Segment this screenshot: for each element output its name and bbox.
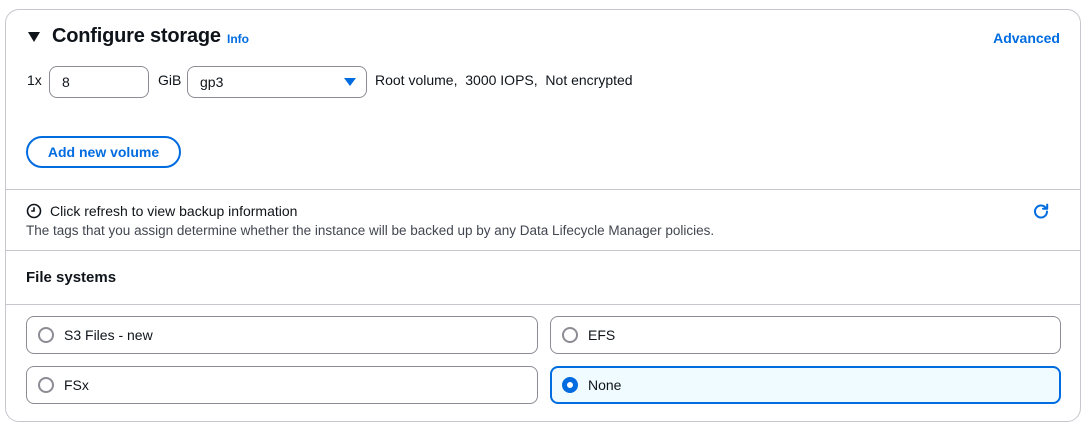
chevron-down-icon <box>344 78 356 86</box>
file-system-option-s3-files[interactable]: S3 Files - new <box>26 316 538 354</box>
add-new-volume-button[interactable]: Add new volume <box>26 136 181 168</box>
volume-type-select[interactable]: gp3 <box>187 66 367 98</box>
configure-storage-panel: Configure storage Info Advanced 1x 8 GiB… <box>5 9 1081 422</box>
volume-size-input[interactable]: 8 <box>49 66 149 98</box>
option-label: FSx <box>64 377 89 393</box>
file-systems-title: File systems <box>26 269 117 286</box>
info-link[interactable]: Info <box>227 32 249 46</box>
option-label: S3 Files - new <box>64 327 153 343</box>
option-label: EFS <box>588 327 616 343</box>
section-title[interactable]: Configure storage <box>52 25 221 48</box>
radio-button[interactable] <box>38 327 54 343</box>
radio-button[interactable] <box>38 377 54 393</box>
file-system-option-none[interactable]: None <box>550 366 1061 404</box>
divider <box>5 250 1081 251</box>
volume-size-unit: GiB <box>158 72 182 88</box>
collapse-caret-icon[interactable] <box>28 32 40 42</box>
backup-info-title: Click refresh to view backup information <box>50 203 298 219</box>
backup-info-description: The tags that you assign determine wheth… <box>26 223 715 238</box>
advanced-link[interactable]: Advanced <box>993 30 1060 46</box>
divider <box>5 189 1081 190</box>
radio-button-selected[interactable] <box>562 377 578 393</box>
volume-type-value: gp3 <box>200 74 224 90</box>
radio-button[interactable] <box>562 327 578 343</box>
file-system-option-efs[interactable]: EFS <box>550 316 1061 354</box>
refresh-icon[interactable] <box>1032 202 1050 220</box>
volume-count-label: 1x <box>27 72 42 88</box>
file-system-option-fsx[interactable]: FSx <box>26 366 538 404</box>
divider <box>5 304 1081 305</box>
clock-icon <box>26 203 42 219</box>
volume-summary: Root volume, 3000 IOPS, Not encrypted <box>375 72 633 88</box>
option-label: None <box>588 377 622 393</box>
